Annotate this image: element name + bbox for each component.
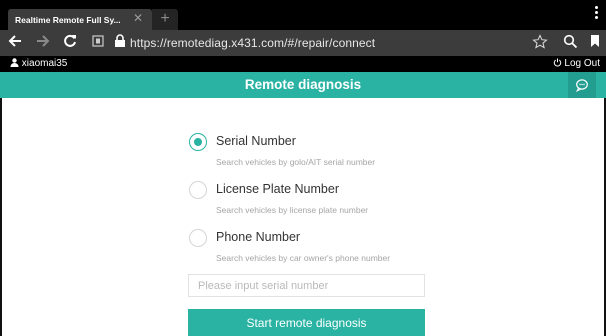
username: xiaomai35 [21, 58, 68, 69]
new-tab-button[interactable]: + [152, 9, 178, 30]
reload-icon[interactable] [63, 34, 77, 52]
option-description: Search vehicles by car owner's phone num… [216, 253, 391, 263]
close-icon[interactable]: ✕ [133, 12, 143, 24]
logout-label: Log Out [564, 58, 600, 69]
menu-icon[interactable] [595, 6, 599, 21]
address-bar: https://remotediag.x431.com/#/repair/con… [0, 30, 606, 56]
site-info-icon[interactable] [92, 34, 104, 51]
forward-arrow-icon[interactable] [36, 34, 50, 52]
content-area: Serial Number Search vehicles by golo/AI… [0, 98, 606, 336]
radio-license-plate[interactable] [189, 181, 207, 199]
tab-title: Realtime Remote Full Sy... [15, 15, 121, 25]
back-arrow-icon[interactable] [8, 34, 22, 52]
user-icon [10, 58, 19, 67]
user-bar: xiaomai35 Log Out [0, 56, 606, 72]
radio-serial-number[interactable] [189, 133, 207, 151]
app-header: Remote diagnosis [0, 72, 606, 98]
user-info: xiaomai35 [10, 58, 67, 69]
url-text[interactable]: https://remotediag.x431.com/#/repair/con… [130, 36, 375, 50]
star-icon[interactable] [532, 34, 548, 54]
browser-tab-strip: Realtime Remote Full Sy... ✕ + [0, 0, 606, 30]
window-frame-left [0, 98, 2, 336]
radio-phone-number[interactable] [189, 229, 207, 247]
option-label: Serial Number [216, 134, 296, 148]
serial-number-input[interactable] [188, 274, 425, 297]
start-remote-diagnosis-button[interactable]: Start remote diagnosis [188, 309, 425, 336]
plus-icon: + [160, 10, 170, 27]
option-description: Search vehicles by license plate number [216, 205, 369, 215]
page-title: Remote diagnosis [244, 77, 362, 92]
search-icon[interactable] [563, 34, 578, 53]
option-description: Search vehicles by golo/AIT serial numbe… [216, 157, 376, 167]
lock-icon [114, 34, 126, 52]
option-label: License Plate Number [216, 182, 339, 196]
chat-icon [575, 79, 588, 93]
logout-button[interactable]: Log Out [553, 58, 600, 69]
power-icon [553, 58, 561, 67]
bookmark-icon[interactable] [590, 34, 600, 52]
chat-button[interactable] [568, 72, 596, 98]
option-label: Phone Number [216, 230, 301, 244]
browser-tab[interactable]: Realtime Remote Full Sy... [8, 9, 152, 30]
